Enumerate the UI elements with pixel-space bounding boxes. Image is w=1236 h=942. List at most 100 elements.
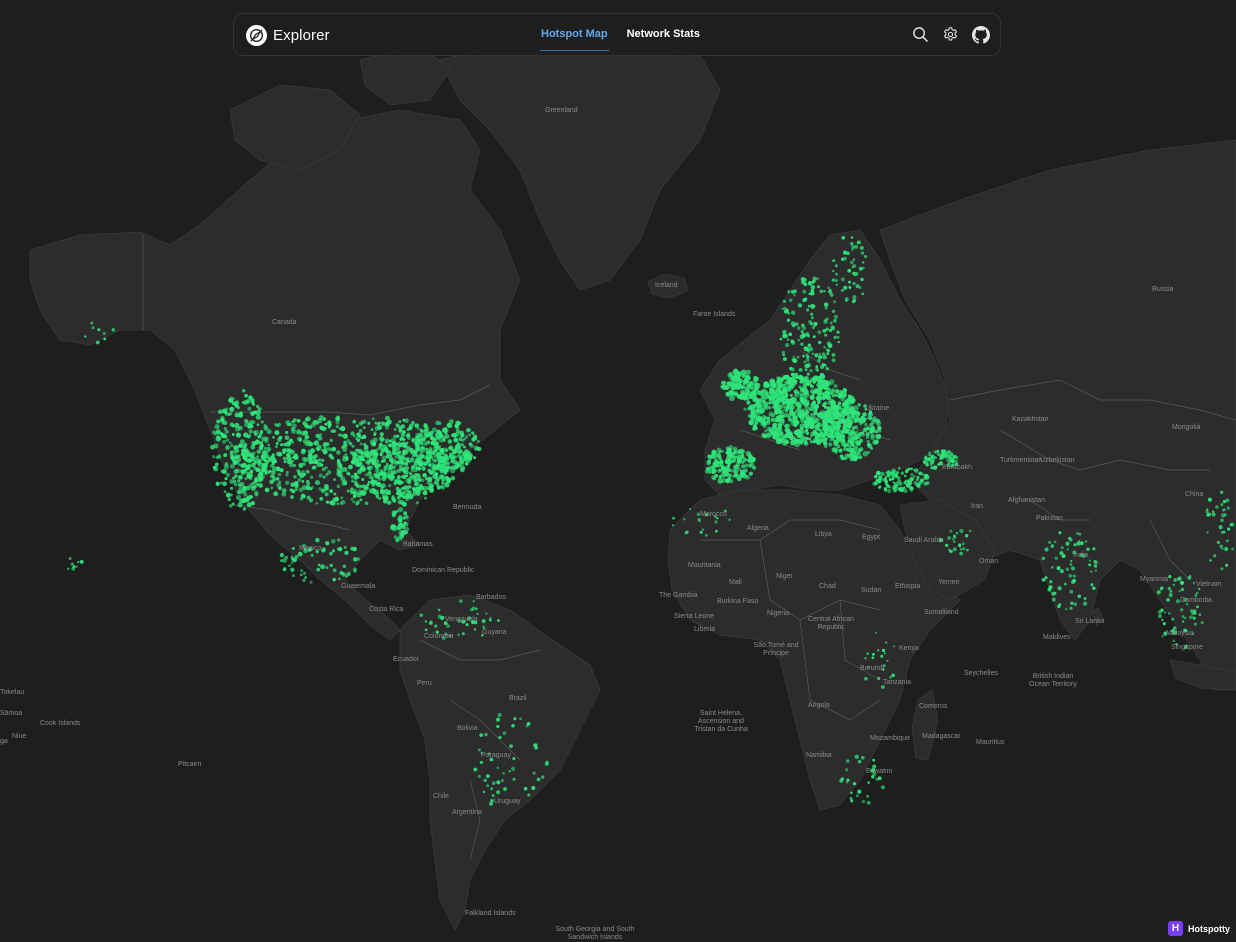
hotspot-dot[interactable] bbox=[844, 457, 847, 460]
hotspot-dot[interactable] bbox=[733, 459, 736, 462]
hotspot-dot[interactable] bbox=[344, 453, 347, 456]
hotspot-dot[interactable] bbox=[425, 620, 427, 622]
hotspot-dot[interactable] bbox=[861, 756, 865, 760]
hotspot-dot[interactable] bbox=[324, 447, 327, 450]
hotspot-dot[interactable] bbox=[810, 395, 815, 400]
hotspot-dot[interactable] bbox=[459, 599, 463, 603]
hotspot-dot[interactable] bbox=[304, 435, 309, 440]
hotspot-dot[interactable] bbox=[822, 375, 825, 378]
hotspot-dot[interactable] bbox=[856, 794, 859, 797]
hotspot-dot[interactable] bbox=[790, 411, 795, 416]
hotspot-dot[interactable] bbox=[353, 567, 357, 571]
hotspot-dot[interactable] bbox=[311, 460, 314, 463]
hotspot-dot[interactable] bbox=[916, 478, 919, 481]
hotspot-dot[interactable] bbox=[877, 426, 881, 430]
hotspot-dot[interactable] bbox=[484, 779, 487, 782]
hotspot-dot[interactable] bbox=[295, 488, 298, 491]
hotspot-dot[interactable] bbox=[382, 494, 386, 498]
hotspot-dot[interactable] bbox=[832, 278, 835, 281]
hotspot-dot[interactable] bbox=[827, 428, 830, 431]
hotspot-dot[interactable] bbox=[1157, 590, 1161, 594]
hotspot-dot[interactable] bbox=[367, 466, 372, 471]
hotspot-dot[interactable] bbox=[337, 548, 340, 551]
hotspot-dot[interactable] bbox=[859, 420, 862, 423]
hotspot-dot[interactable] bbox=[433, 466, 436, 469]
hotspot-dot[interactable] bbox=[913, 469, 915, 471]
hotspot-dot[interactable] bbox=[818, 341, 821, 344]
hotspot-dot[interactable] bbox=[531, 786, 535, 790]
hotspot-dot[interactable] bbox=[250, 398, 255, 403]
hotspot-dot[interactable] bbox=[306, 486, 310, 490]
hotspot-dot[interactable] bbox=[354, 489, 357, 492]
hotspot-dot[interactable] bbox=[261, 420, 264, 423]
hotspot-dot[interactable] bbox=[388, 464, 393, 469]
hotspot-dot[interactable] bbox=[242, 498, 247, 503]
hotspot-dot[interactable] bbox=[398, 480, 403, 485]
hotspot-dot[interactable] bbox=[282, 558, 287, 563]
hotspot-dot[interactable] bbox=[1080, 541, 1084, 545]
hotspot-dot[interactable] bbox=[509, 744, 513, 748]
hotspot-dot[interactable] bbox=[830, 322, 833, 325]
hotspot-dot[interactable] bbox=[398, 515, 402, 519]
hotspot-dot[interactable] bbox=[791, 398, 796, 403]
hotspot-dot[interactable] bbox=[806, 432, 809, 435]
hotspot-dot[interactable] bbox=[1042, 557, 1046, 561]
hotspot-dot[interactable] bbox=[1085, 540, 1088, 543]
hotspot-dot[interactable] bbox=[705, 534, 708, 537]
hotspot-dot[interactable] bbox=[958, 543, 961, 546]
hotspot-dot[interactable] bbox=[850, 260, 854, 264]
hotspot-dot[interactable] bbox=[414, 423, 419, 428]
hotspot-dot[interactable] bbox=[311, 554, 314, 557]
hotspot-dot[interactable] bbox=[1064, 583, 1067, 586]
hotspot-dot[interactable] bbox=[332, 549, 335, 552]
hotspot-dot[interactable] bbox=[458, 464, 461, 467]
hotspot-dot[interactable] bbox=[286, 442, 291, 447]
hotspot-dot[interactable] bbox=[472, 606, 476, 610]
hotspot-dot[interactable] bbox=[849, 287, 851, 289]
hotspot-dot[interactable] bbox=[1057, 586, 1061, 590]
hotspot-dot[interactable] bbox=[242, 389, 245, 392]
hotspot-dot[interactable] bbox=[800, 342, 803, 345]
hotspot-dot[interactable] bbox=[1070, 607, 1073, 610]
hotspot-dot[interactable] bbox=[414, 482, 419, 487]
hotspot-dot[interactable] bbox=[847, 447, 852, 452]
hotspot-dot[interactable] bbox=[749, 472, 753, 476]
hotspot-dot[interactable] bbox=[267, 471, 270, 474]
hotspot-dot[interactable] bbox=[225, 445, 230, 450]
hotspot-dot[interactable] bbox=[365, 502, 369, 506]
hotspot-dot[interactable] bbox=[330, 439, 333, 442]
hotspot-dot[interactable] bbox=[351, 498, 354, 501]
hotspot-dot[interactable] bbox=[791, 373, 794, 376]
hotspot-dot[interactable] bbox=[247, 434, 251, 438]
hotspot-dot[interactable] bbox=[1220, 503, 1223, 506]
hotspot-dot[interactable] bbox=[738, 394, 742, 398]
hotspot-dot[interactable] bbox=[321, 459, 324, 462]
hotspot-dot[interactable] bbox=[303, 572, 306, 575]
hotspot-dot[interactable] bbox=[819, 290, 823, 294]
hotspot-dot[interactable] bbox=[823, 319, 828, 324]
hotspot-dot[interactable] bbox=[346, 572, 350, 576]
hotspot-dot[interactable] bbox=[380, 485, 384, 489]
hotspot-dot[interactable] bbox=[259, 444, 263, 448]
hotspot-dot[interactable] bbox=[429, 447, 433, 451]
hotspot-dot[interactable] bbox=[853, 782, 856, 785]
hotspot-dot[interactable] bbox=[789, 298, 793, 302]
hotspot-dot[interactable] bbox=[880, 472, 884, 476]
hotspot-dot[interactable] bbox=[934, 450, 937, 453]
gear-icon[interactable] bbox=[941, 25, 960, 44]
hotspot-dot[interactable] bbox=[220, 432, 223, 435]
hotspot-dot[interactable] bbox=[1083, 602, 1087, 606]
hotspot-dot[interactable] bbox=[1223, 531, 1226, 534]
hotspot-dot[interactable] bbox=[362, 484, 366, 488]
hotspot-dot[interactable] bbox=[276, 452, 280, 456]
hotspot-dot[interactable] bbox=[459, 430, 464, 435]
hotspot-dot[interactable] bbox=[933, 466, 937, 470]
hotspot-dot[interactable] bbox=[1071, 566, 1075, 570]
hotspot-dot[interactable] bbox=[216, 482, 220, 486]
hotspot-dot[interactable] bbox=[824, 384, 829, 389]
hotspot-dot[interactable] bbox=[806, 358, 810, 362]
hotspot-dot[interactable] bbox=[898, 467, 901, 470]
hotspot-dot[interactable] bbox=[759, 408, 765, 414]
hotspot-dot[interactable] bbox=[736, 385, 741, 390]
hotspot-dot[interactable] bbox=[846, 398, 850, 402]
